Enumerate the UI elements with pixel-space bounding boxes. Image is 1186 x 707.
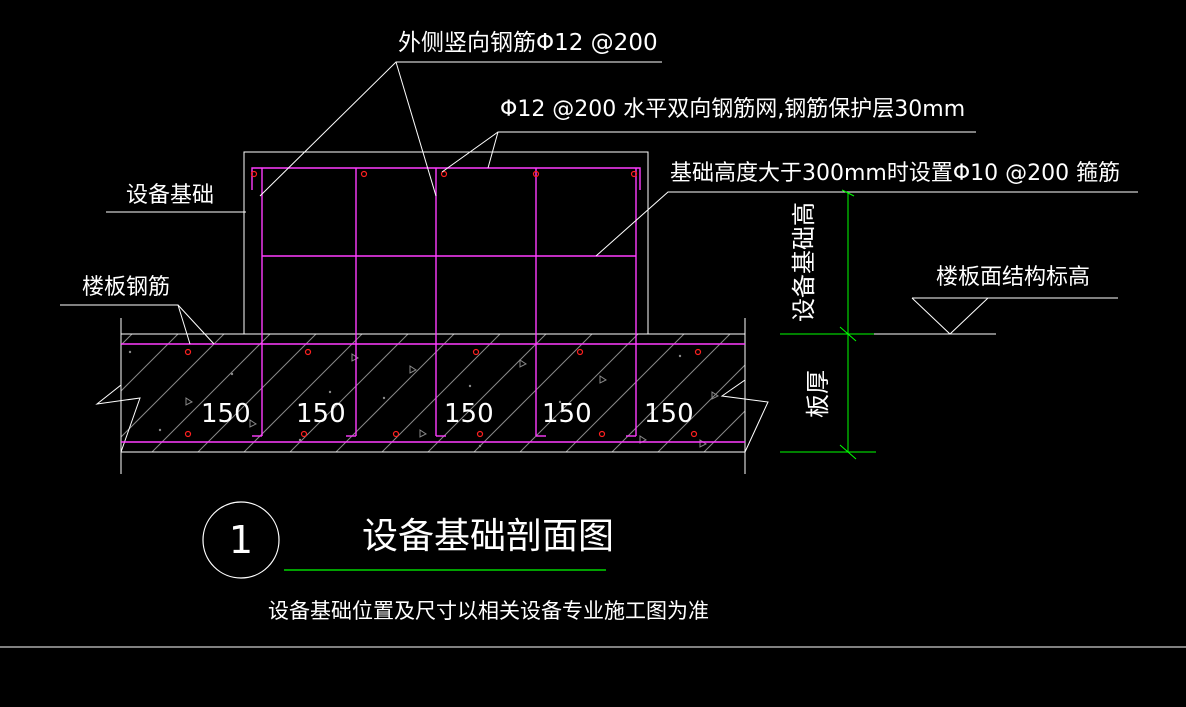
aggregate-mark bbox=[599, 375, 607, 384]
pedestal-outline bbox=[243, 151, 649, 334]
aggregate-mark bbox=[699, 439, 707, 448]
leader-stirrup bbox=[595, 191, 1138, 257]
hatch-line bbox=[0, 330, 90, 460]
aggregate-mark bbox=[128, 350, 132, 354]
aggregate-mark bbox=[678, 354, 682, 358]
dimension-text: 150 bbox=[296, 399, 346, 429]
dimension-text: 150 bbox=[644, 399, 694, 429]
equipment-pedestal bbox=[243, 151, 649, 334]
rebar-dot bbox=[304, 348, 312, 356]
label-equipment-foundation: 设备基础 bbox=[126, 183, 214, 208]
aggregate-mark bbox=[328, 390, 332, 394]
aggregate-mark bbox=[158, 428, 162, 432]
rebar-dot bbox=[576, 348, 584, 356]
elevation-triangle bbox=[911, 297, 989, 335]
aggregate-mark bbox=[382, 396, 386, 400]
aggregate-mark bbox=[230, 372, 234, 376]
hatch-line bbox=[121, 334, 133, 346]
aggregate-mark bbox=[185, 397, 193, 406]
rebar-dot bbox=[360, 170, 368, 178]
aggregate-mark bbox=[478, 444, 482, 448]
rebar-dot bbox=[472, 348, 480, 356]
label-foundation-height: 设备基础高 bbox=[790, 202, 818, 322]
rebar-dot bbox=[476, 430, 484, 438]
rebar-dot bbox=[598, 430, 606, 438]
rebar-dot bbox=[694, 348, 702, 356]
aggregate-mark bbox=[409, 365, 417, 374]
aggregate-mark bbox=[519, 359, 527, 368]
label-floor-rebar: 楼板钢筋 bbox=[82, 275, 170, 300]
title-number: 1 bbox=[229, 518, 253, 562]
leader-floor-rebar bbox=[60, 304, 191, 345]
label-horizontal-mesh: Φ12 @200 水平双向钢筋网,钢筋保护层30mm bbox=[500, 97, 965, 122]
leader-outer-vertical-rebar bbox=[259, 61, 662, 197]
leader-floor-rebar-2 bbox=[177, 304, 215, 345]
rebar-dot bbox=[392, 430, 400, 438]
label-floor-structural-elevation: 楼板面结构标高 bbox=[936, 265, 1090, 290]
dimension-text: 150 bbox=[444, 399, 494, 429]
rebar-dot bbox=[690, 430, 698, 438]
foundation-section-drawing: 外侧竖向钢筋Φ12 @200 Φ12 @200 水平双向钢筋网,钢筋保护层30m… bbox=[0, 30, 1186, 648]
drawing-title-block: 1 设备基础剖面图 设备基础位置及尺寸以相关设备专业施工图为准 bbox=[202, 501, 709, 623]
rebar-dot bbox=[184, 348, 192, 356]
dimension-text: 150 bbox=[201, 399, 251, 429]
label-slab-thickness: 板厚 bbox=[804, 370, 832, 418]
aggregate-mark bbox=[419, 429, 427, 438]
elevation-marker bbox=[874, 297, 1118, 335]
rebar-dot bbox=[184, 430, 192, 438]
left-break-line bbox=[95, 334, 141, 453]
aggregate-mark bbox=[298, 438, 302, 442]
pedestal-top-bar bbox=[251, 167, 641, 190]
aggregate-mark bbox=[468, 384, 472, 388]
aggregate-mark bbox=[249, 419, 257, 428]
aggregate-mark bbox=[351, 353, 359, 362]
dimension-text: 150 bbox=[542, 399, 592, 429]
drawing-title: 设备基础剖面图 bbox=[362, 516, 614, 557]
drawing-note: 设备基础位置及尺寸以相关设备专业施工图为准 bbox=[268, 599, 709, 623]
rebar-section-dots bbox=[184, 170, 702, 438]
leader-outer-vertical-rebar-2 bbox=[395, 61, 437, 197]
slab-concrete-hatch bbox=[0, 330, 745, 460]
leader-horizontal-mesh-2 bbox=[487, 131, 499, 169]
label-stirrup-note: 基础高度大于300mm时设置Φ10 @200 箍筋 bbox=[670, 161, 1120, 186]
label-outer-vertical-rebar: 外侧竖向钢筋Φ12 @200 bbox=[398, 30, 658, 56]
rebar-dot bbox=[300, 430, 308, 438]
